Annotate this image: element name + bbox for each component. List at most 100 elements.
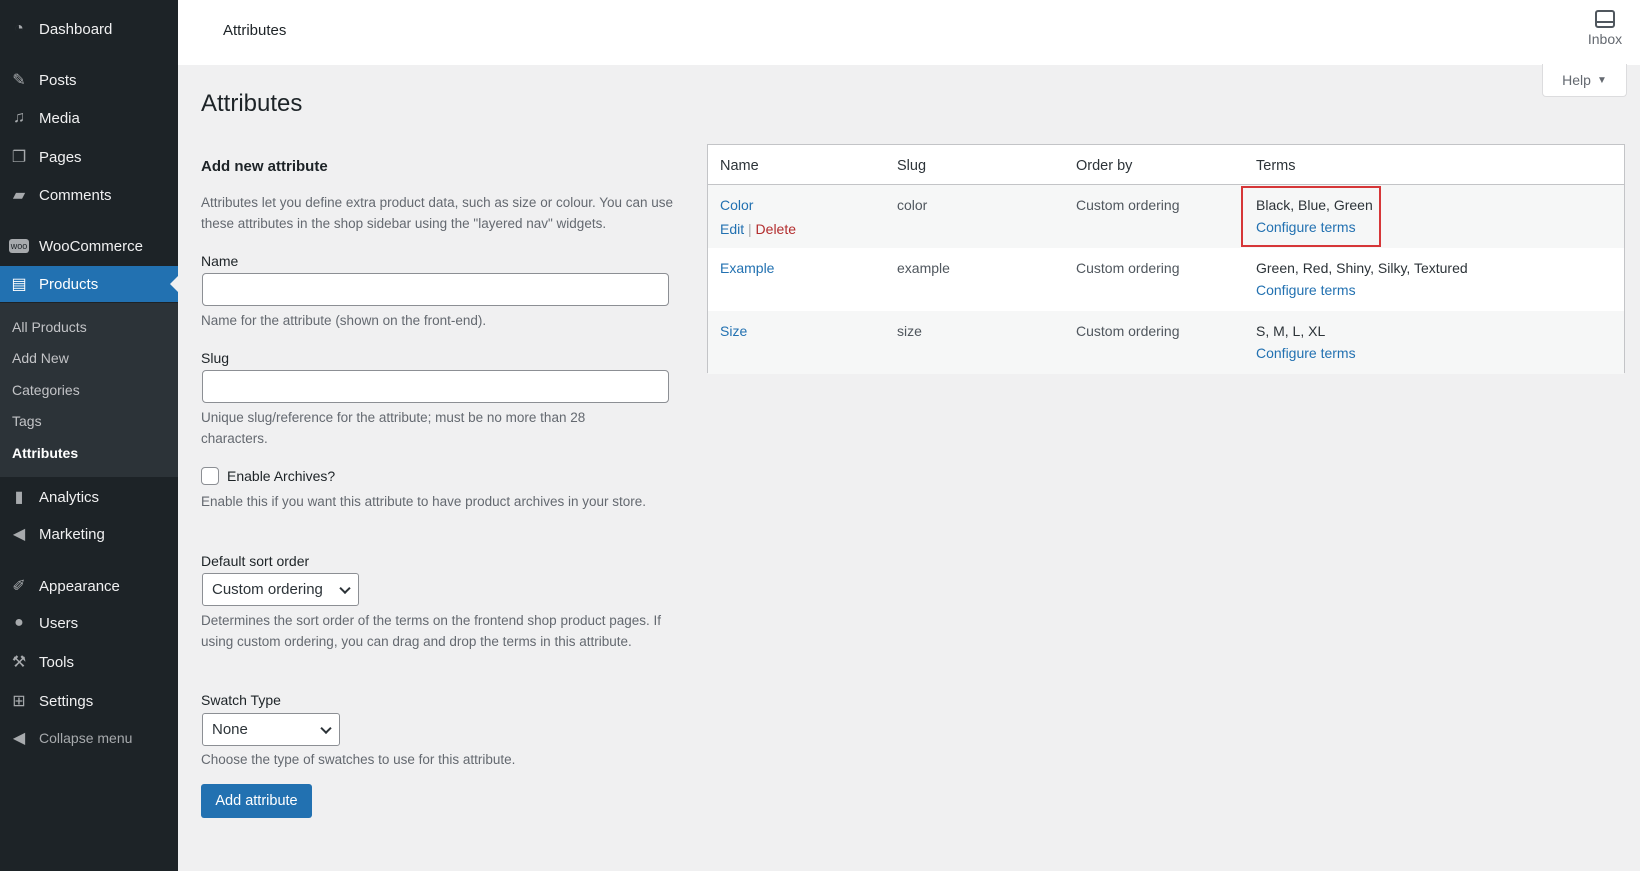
menu-label: Dashboard xyxy=(39,20,113,38)
settings-icon: ⊞ xyxy=(12,693,26,710)
attribute-name-link[interactable]: Size xyxy=(720,323,747,339)
delete-link[interactable]: Delete xyxy=(756,221,796,237)
configure-terms-link[interactable]: Configure terms xyxy=(1256,282,1356,298)
attribute-terms: S, M, L, XL xyxy=(1256,323,1326,339)
menu-users[interactable]: ● Users xyxy=(0,605,178,641)
column-header-slug: Slug xyxy=(897,158,927,174)
highlight-box xyxy=(1241,186,1381,247)
name-input[interactable] xyxy=(202,273,669,306)
sort-order-help: Determines the sort order of the terms o… xyxy=(201,613,662,649)
menu-label: Media xyxy=(39,109,80,127)
attribute-slug: example xyxy=(897,260,950,276)
archives-help: Enable this if you want this attribute t… xyxy=(201,494,646,509)
submenu-add-new[interactable]: Add New xyxy=(12,350,69,366)
menu-label: WooCommerce xyxy=(39,237,143,255)
menu-settings[interactable]: ⊞ Settings xyxy=(0,683,178,719)
comment-icon: ▰ xyxy=(12,187,26,204)
form-intro: Attributes let you define extra product … xyxy=(201,195,674,231)
menu-label: Users xyxy=(39,614,79,632)
edit-link[interactable]: Edit xyxy=(720,221,744,237)
menu-label: Settings xyxy=(39,692,94,710)
dashboard-icon: ◔ xyxy=(14,20,24,37)
column-header-terms: Terms xyxy=(1256,158,1296,174)
menu-marketing[interactable]: ◀ Marketing xyxy=(0,516,178,552)
menu-tools[interactable]: ⚒ Tools xyxy=(0,644,178,680)
menu-media[interactable]: ♫ Media xyxy=(0,100,178,136)
attributes-table: Name Slug Order by Terms Color Edit | De… xyxy=(707,144,1625,374)
attribute-terms: Green, Red, Shiny, Silky, Textured xyxy=(1256,260,1468,276)
inbox-button[interactable]: Inbox xyxy=(1580,10,1630,47)
form-heading: Add new attribute xyxy=(201,158,328,175)
menu-label: Posts xyxy=(39,71,77,89)
attribute-slug: color xyxy=(897,197,928,213)
menu-analytics[interactable]: ▮ Analytics xyxy=(0,479,178,515)
wrench-icon: ⚒ xyxy=(11,654,27,671)
menu-posts[interactable]: ✎ Posts xyxy=(0,62,178,98)
menu-appearance[interactable]: ✐ Appearance xyxy=(0,568,178,604)
menu-label: Products xyxy=(39,275,99,293)
collapse-menu[interactable]: ◀ Collapse menu xyxy=(0,720,178,756)
top-bar: Attributes Inbox xyxy=(178,0,1640,65)
caret-down-icon: ▼ xyxy=(1596,74,1607,86)
submenu-tags[interactable]: Tags xyxy=(12,413,42,429)
sort-order-value: Custom ordering xyxy=(212,581,323,598)
enable-archives-checkbox[interactable] xyxy=(201,467,219,485)
help-label: Help xyxy=(1562,72,1591,88)
swatch-type-label: Swatch Type xyxy=(201,692,281,708)
menu-dashboard[interactable]: ◔ Dashboard xyxy=(0,11,178,47)
swatch-type-value: None xyxy=(212,721,248,738)
menu-label: Tools xyxy=(39,653,75,671)
chevron-down-icon xyxy=(320,722,332,734)
menu-label: Comments xyxy=(39,186,112,204)
swatch-type-select[interactable]: None xyxy=(202,713,340,746)
media-icon: ♫ xyxy=(13,109,25,126)
pages-icon: ❐ xyxy=(11,149,27,166)
collapse-icon: ◀ xyxy=(12,730,26,747)
name-label: Name xyxy=(201,253,239,269)
slug-input[interactable] xyxy=(202,370,669,403)
row-actions: Edit | Delete xyxy=(720,221,796,237)
slug-label: Slug xyxy=(201,350,230,366)
submenu-attributes[interactable]: Attributes xyxy=(12,445,78,461)
help-tab[interactable]: Help ▼ xyxy=(1542,64,1627,97)
table-row: Color Edit | Delete color Custom orderin… xyxy=(708,185,1624,248)
configure-terms-link[interactable]: Configure terms xyxy=(1256,219,1356,235)
menu-label: Appearance xyxy=(39,577,120,595)
name-help: Name for the attribute (shown on the fro… xyxy=(201,313,487,328)
sort-order-label: Default sort order xyxy=(201,553,310,569)
attribute-terms: Black, Blue, Green xyxy=(1256,197,1373,213)
megaphone-icon: ◀ xyxy=(12,526,26,543)
configure-terms-link[interactable]: Configure terms xyxy=(1256,345,1356,361)
brush-icon: ✐ xyxy=(12,578,26,595)
column-header-order-by: Order by xyxy=(1076,158,1133,174)
submenu-categories[interactable]: Categories xyxy=(12,382,80,398)
slug-help: Unique slug/reference for the attribute;… xyxy=(201,410,586,446)
add-attribute-button[interactable]: Add attribute xyxy=(201,784,312,818)
attribute-name-link[interactable]: Example xyxy=(720,260,774,276)
menu-comments[interactable]: ▰ Comments xyxy=(0,177,178,213)
menu-label: Collapse menu xyxy=(39,730,133,746)
table-row: Example example Custom ordering Green, R… xyxy=(708,248,1624,311)
header-title: Attributes xyxy=(223,22,287,39)
menu-products[interactable]: ▤ Products xyxy=(0,266,178,302)
inbox-icon xyxy=(1595,10,1615,28)
archive-icon: ▤ xyxy=(11,276,27,293)
enable-archives-label[interactable]: Enable Archives? xyxy=(227,468,335,484)
menu-woocommerce[interactable]: woo WooCommerce xyxy=(0,228,178,264)
page-title: Attributes xyxy=(201,90,303,117)
pin-icon: ✎ xyxy=(12,72,26,89)
menu-label: Analytics xyxy=(39,488,100,506)
woo-icon: woo xyxy=(9,239,29,253)
submenu-all-products[interactable]: All Products xyxy=(12,319,87,335)
attribute-order: Custom ordering xyxy=(1076,197,1180,213)
column-header-name: Name xyxy=(720,158,759,174)
attribute-slug: size xyxy=(897,323,922,339)
menu-pages[interactable]: ❐ Pages xyxy=(0,139,178,175)
sort-order-select[interactable]: Custom ordering xyxy=(202,573,359,606)
attribute-order: Custom ordering xyxy=(1076,323,1180,339)
attribute-name-link[interactable]: Color xyxy=(720,197,753,213)
chart-icon: ▮ xyxy=(14,489,24,506)
menu-label: Pages xyxy=(39,148,82,166)
swatch-type-help: Choose the type of swatches to use for t… xyxy=(201,752,516,767)
attribute-order: Custom ordering xyxy=(1076,260,1180,276)
